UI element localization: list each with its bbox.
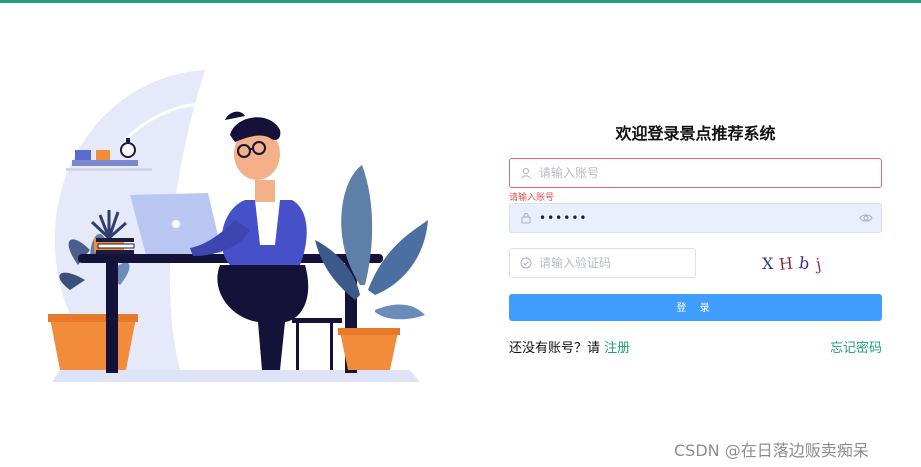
captcha-char: X — [762, 253, 780, 273]
login-illustration — [48, 70, 428, 382]
register-row: 还没有账号？请 注册 — [509, 337, 630, 356]
user-icon — [519, 166, 533, 180]
eye-icon[interactable] — [859, 211, 873, 225]
watermark: CSDN @在日落边贩卖痴呆 — [674, 441, 869, 460]
account-error-message: 请输入账号 — [509, 193, 555, 203]
shield-check-icon — [519, 256, 533, 270]
login-button[interactable]: 登 录 — [509, 294, 882, 321]
forgot-password-link[interactable]: 忘记密码 — [830, 337, 882, 356]
top-accent-bar — [0, 0, 921, 3]
account-field[interactable] — [509, 158, 882, 188]
captcha-char: j — [814, 252, 829, 274]
register-link[interactable]: 注册 — [604, 341, 630, 356]
captcha-field[interactable] — [509, 248, 696, 278]
register-prompt: 还没有账号？请 — [509, 341, 601, 356]
login-title: 欢迎登录景点推荐系统 — [615, 124, 776, 143]
lock-icon — [519, 211, 533, 225]
account-input[interactable] — [539, 160, 881, 186]
password-field[interactable] — [509, 203, 882, 233]
password-input[interactable] — [539, 205, 859, 231]
captcha-input[interactable] — [539, 250, 695, 276]
captcha-image[interactable]: X H b j — [762, 250, 828, 276]
